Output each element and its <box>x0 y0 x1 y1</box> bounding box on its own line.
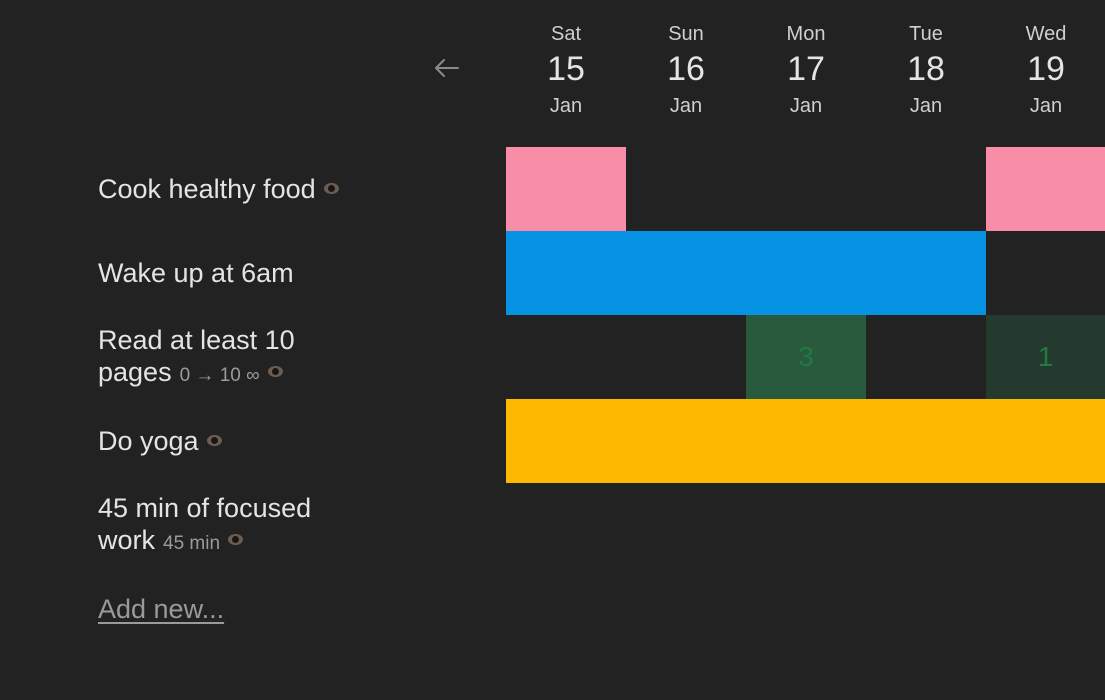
day-of-week: Sat <box>550 23 582 45</box>
eye-icon[interactable] <box>228 534 244 546</box>
day-header-wed: Wed 19 Jan <box>986 24 1105 116</box>
eye-icon[interactable] <box>206 435 222 447</box>
day-number: 17 <box>787 50 825 88</box>
month-label: Jan <box>549 95 583 117</box>
day-number: 19 <box>1027 50 1065 88</box>
habit-name-line2: pages <box>98 357 172 387</box>
day-of-week: Sun <box>668 23 704 45</box>
habit-name-line2: work <box>98 525 156 555</box>
month-label: Jan <box>909 95 943 117</box>
habit-do-yoga[interactable]: Do yoga <box>98 425 398 457</box>
add-new-link[interactable]: Add new... <box>98 594 224 625</box>
habit-cell-read-mon[interactable]: 3 <box>746 315 866 399</box>
habit-cell-yoga-sat-wed[interactable] <box>506 399 1105 483</box>
day-of-week: Tue <box>909 23 943 45</box>
entry-value: 3 <box>798 341 814 372</box>
habit-read[interactable]: Read at least 10 pages 0 → 10 ∞ <box>98 324 398 392</box>
eye-icon[interactable] <box>267 366 283 378</box>
habit-target: 0 → 10 ∞ <box>179 365 260 386</box>
habit-name-line1: Read at least 10 <box>98 325 295 355</box>
day-number: 18 <box>907 50 945 88</box>
habit-cell-read-wed[interactable]: 1 <box>986 315 1105 399</box>
habit-target: 45 min <box>163 533 221 554</box>
entry-value: 1 <box>1037 341 1054 372</box>
habit-name: Do yoga <box>98 426 199 456</box>
day-of-week: Wed <box>1025 23 1067 45</box>
eye-icon[interactable] <box>323 183 339 195</box>
habit-cell-cook-wed[interactable] <box>986 147 1105 231</box>
habit-wake-up[interactable]: Wake up at 6am <box>98 257 398 289</box>
habit-tracker: Sat 15 Jan Sun 16 Jan Mon 17 Jan Tue 18 … <box>0 0 1105 700</box>
day-header-tue: Tue 18 Jan <box>866 24 986 116</box>
habit-cell-cook-sat[interactable] <box>506 147 626 231</box>
month-label: Jan <box>789 95 823 117</box>
day-header-mon: Mon 17 Jan <box>746 24 866 116</box>
habit-name: Cook healthy food <box>98 174 316 204</box>
day-of-week: Mon <box>786 23 826 45</box>
arrow-left-icon[interactable] <box>430 52 462 84</box>
habit-cook-healthy-food[interactable]: Cook healthy food <box>98 173 398 205</box>
habit-focused-work[interactable]: 45 min of focused work 45 min <box>98 492 398 560</box>
habit-cell-wake-sat-tue[interactable] <box>506 231 986 315</box>
habit-name: Wake up at 6am <box>98 258 294 288</box>
day-header-sun: Sun 16 Jan <box>626 24 746 116</box>
month-label: Jan <box>1029 95 1063 117</box>
day-header-sat: Sat 15 Jan <box>506 24 626 116</box>
day-number: 16 <box>667 50 705 88</box>
month-label: Jan <box>669 95 703 117</box>
habit-name-line1: 45 min of focused <box>98 493 312 523</box>
day-number: 15 <box>547 50 585 88</box>
